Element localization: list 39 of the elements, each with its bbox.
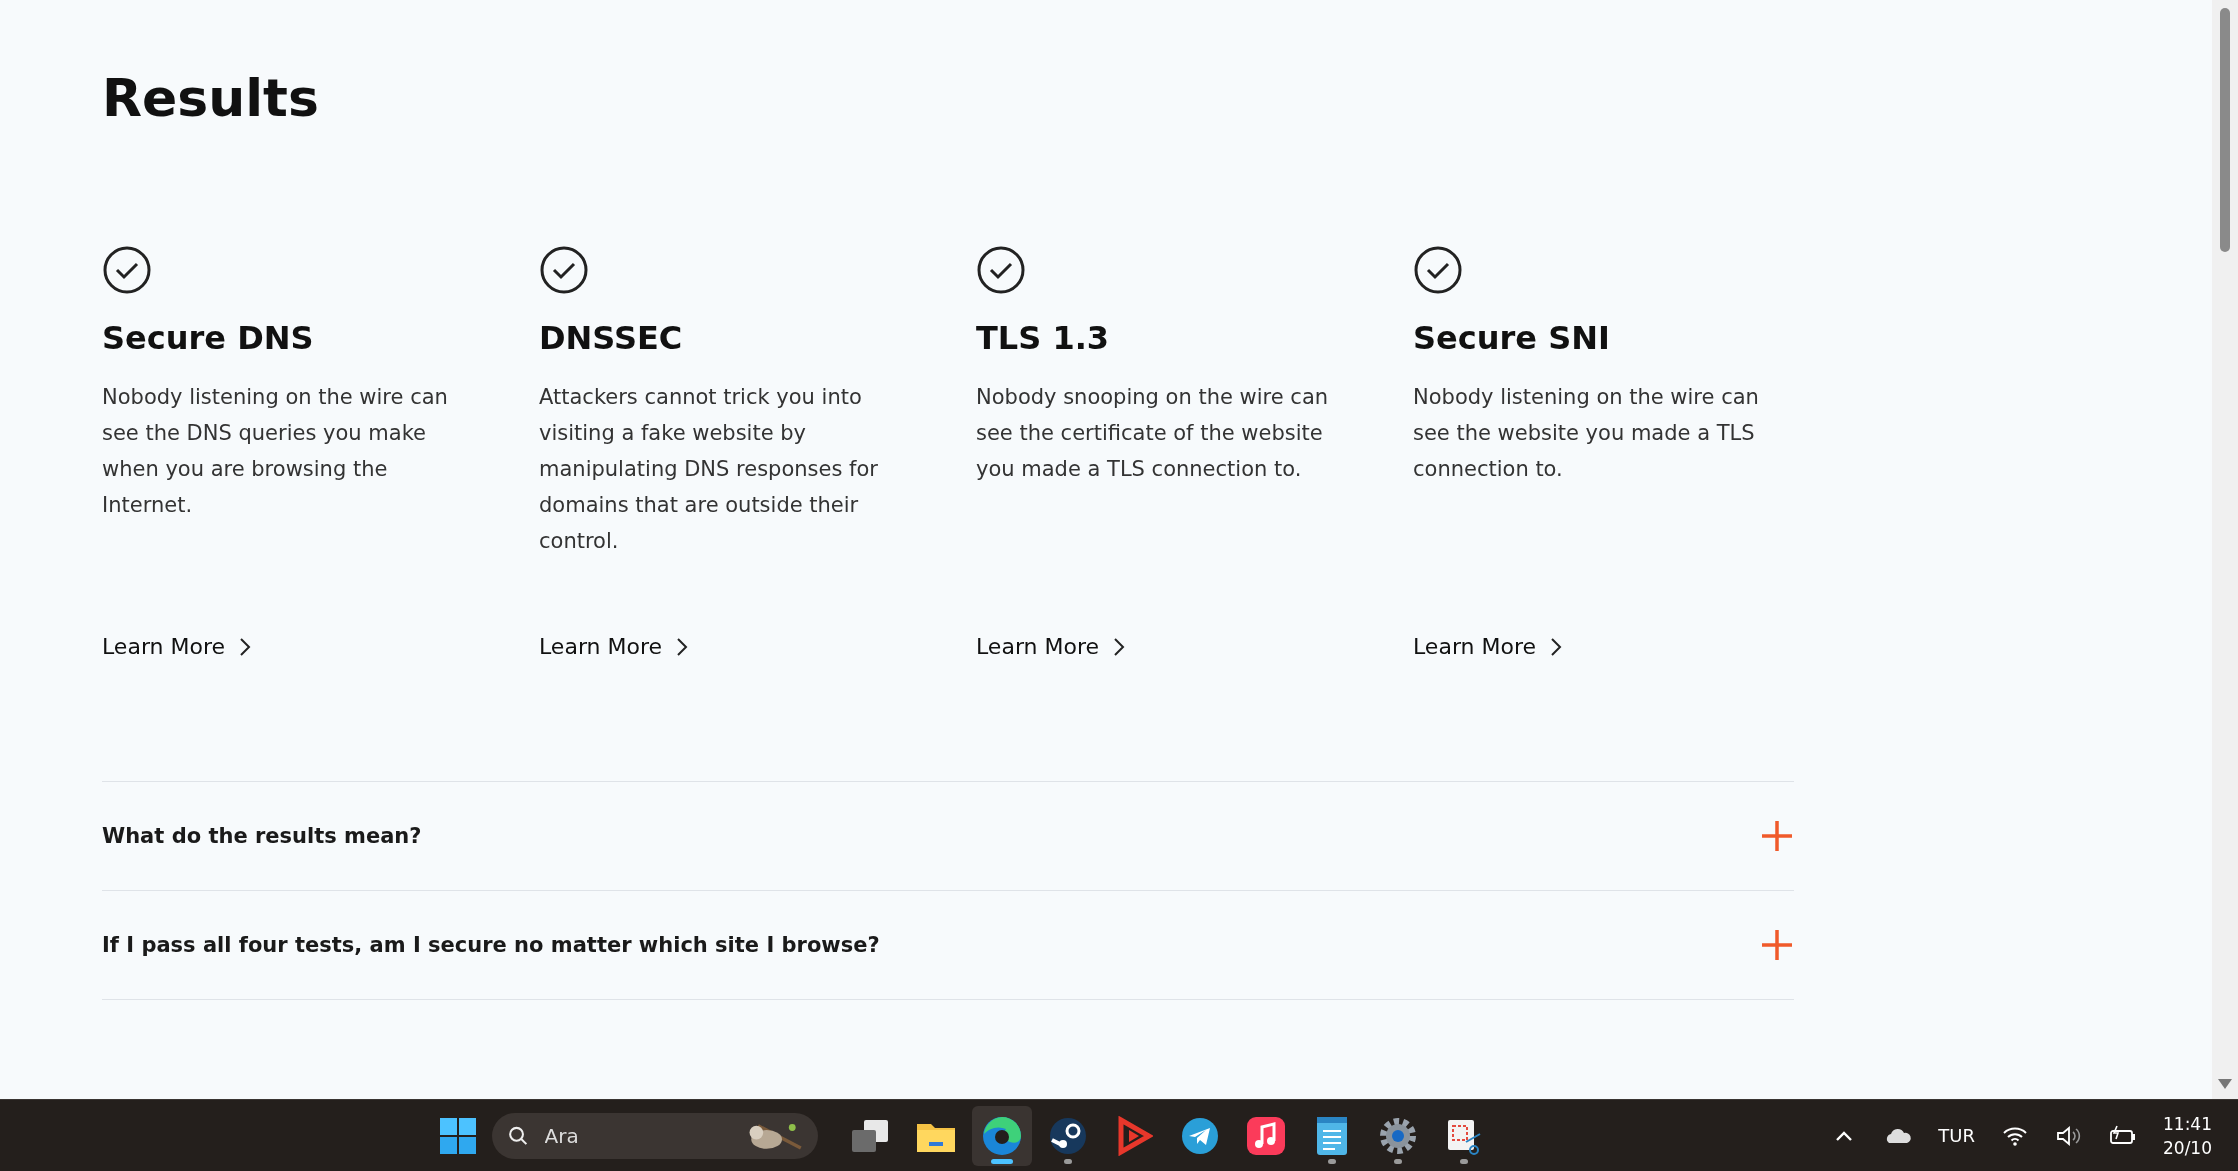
taskbar-app-button[interactable] xyxy=(972,1106,1032,1166)
browser-icon xyxy=(981,1115,1023,1157)
learn-more-link[interactable]: Learn More xyxy=(1413,634,1563,660)
language-indicator[interactable]: TUR xyxy=(1938,1125,1975,1146)
result-description: Nobody listening on the wire can see the DNS queries you make when you are browsing the Internet. xyxy=(102,384,449,520)
learn-more-link[interactable]: Learn More xyxy=(976,634,1126,660)
gear-icon xyxy=(1378,1116,1418,1156)
result-description: Nobody listening on the wire can see the website you made a TLS connection to. xyxy=(1413,384,1760,484)
steam-icon xyxy=(1048,1116,1088,1156)
chevron-right-icon xyxy=(239,636,252,657)
scroll-down-arrow-icon[interactable] xyxy=(2218,1079,2232,1089)
learn-more-link[interactable]: Learn More xyxy=(102,634,252,660)
search-field[interactable]: Ara xyxy=(542,1123,727,1149)
clock[interactable]: 11:41 20/10 xyxy=(2163,1111,2212,1160)
page-title: Results xyxy=(102,70,320,128)
scroll-thumb[interactable] xyxy=(2220,8,2230,252)
speaker-icon[interactable] xyxy=(2055,1123,2083,1148)
windows-logo-icon[interactable] xyxy=(440,1118,476,1154)
faq-question[interactable]: If I pass all four tests, am I secure no matter which site I browse? xyxy=(102,933,880,958)
taskbar-search-box[interactable]: Ara xyxy=(492,1113,818,1159)
result-title: TLS 1.3 xyxy=(976,319,1111,358)
notepad-icon xyxy=(1315,1115,1349,1157)
chevron-right-icon xyxy=(1550,636,1563,657)
search-icon xyxy=(508,1124,529,1148)
chevron-right-icon xyxy=(676,636,689,657)
learn-more-link[interactable]: Learn More xyxy=(539,634,689,660)
result-title: Secure SNI xyxy=(1413,319,1611,358)
faq-question[interactable]: What do the results mean? xyxy=(102,824,422,849)
result-title: Secure DNS xyxy=(102,319,315,358)
result-title: DNSSEC xyxy=(539,319,684,358)
plus-icon[interactable] xyxy=(1760,819,1794,854)
scrollbar[interactable] xyxy=(2212,0,2238,1099)
chevron-right-icon xyxy=(1113,636,1126,657)
result-description: Attackers cannot trick you into visiting a fake website by manipulating DNS responses for domains that are outside their control. xyxy=(539,384,879,556)
plus-icon[interactable] xyxy=(1760,928,1794,963)
result-description: Nobody snooping on the wire can see the certificate of the website you made a TLS connection to. xyxy=(976,384,1330,484)
windows-icon xyxy=(850,1118,890,1154)
music-note-icon xyxy=(1246,1116,1286,1156)
paper-plane-icon xyxy=(1180,1116,1220,1156)
